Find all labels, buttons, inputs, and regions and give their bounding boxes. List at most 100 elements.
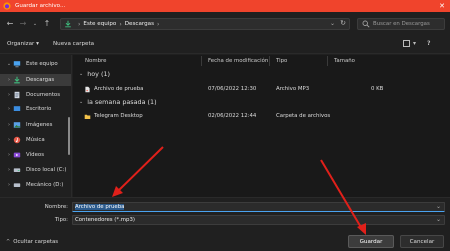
- table-row[interactable]: Archivo de prueba 07/06/2022 12:30 Archi…: [73, 84, 450, 95]
- chevron-down-icon[interactable]: ⌄: [5, 61, 13, 67]
- file-type-select[interactable]: Contenedores (*.mp3) ⌄: [72, 215, 445, 225]
- sidebar-item-escritorio[interactable]: › Escritorio: [0, 103, 71, 115]
- sidebar-item-label: Vídeos: [26, 152, 45, 158]
- forward-arrow-icon[interactable]: →: [17, 18, 29, 30]
- up-arrow-icon[interactable]: ↑: [41, 18, 53, 30]
- new-folder-button[interactable]: Nueva carpeta: [53, 41, 94, 47]
- hide-folders-toggle[interactable]: ^ Ocultar carpetas: [6, 239, 58, 245]
- refresh-icon[interactable]: ↻: [340, 19, 346, 27]
- group-header-hoy[interactable]: ⌄ hoy (1): [79, 70, 110, 78]
- breadcrumb-descargas[interactable]: Descargas: [125, 21, 154, 27]
- type-label: Tipo:: [54, 217, 68, 223]
- chevron-down-icon[interactable]: ⌄: [79, 71, 83, 77]
- column-divider[interactable]: [201, 56, 202, 66]
- desktop-icon: [13, 106, 21, 111]
- column-name[interactable]: Nombre: [85, 58, 106, 64]
- close-icon[interactable]: ✕: [439, 0, 445, 12]
- save-form: Nombre: Archivo de prueba ⌄ Tipo: Conten…: [0, 197, 450, 251]
- search-input[interactable]: [373, 21, 443, 27]
- chevron-right-icon[interactable]: ›: [5, 137, 13, 143]
- view-options[interactable]: ▾ ?: [403, 40, 431, 47]
- search-box[interactable]: [357, 18, 445, 30]
- chevron-right-icon[interactable]: ›: [5, 182, 13, 188]
- pictures-icon: [13, 122, 21, 128]
- chevron-down-icon: ▾: [36, 41, 39, 47]
- sidebar-item-label: Imágenes: [26, 122, 53, 128]
- column-type[interactable]: Tipo: [276, 58, 287, 64]
- breadcrumb-este-equipo[interactable]: Este equipo: [83, 21, 116, 27]
- chevron-down-icon[interactable]: ⌄: [436, 203, 441, 210]
- search-icon: [362, 20, 370, 28]
- chevron-right-icon[interactable]: ›: [5, 122, 13, 128]
- group-header-semana-pasada[interactable]: ⌄ la semana pasada (1): [79, 98, 157, 106]
- download-icon: [14, 76, 20, 84]
- drive-icon: [13, 168, 21, 172]
- window-title: Guardar archivo...: [15, 3, 66, 9]
- drive-icon: [13, 183, 21, 187]
- group-label: la semana pasada (1): [87, 98, 157, 106]
- view-icon[interactable]: [403, 40, 410, 47]
- table-row[interactable]: Telegram Desktop 02/06/2022 12:44 Carpet…: [73, 111, 450, 122]
- file-type: Archivo MP3: [276, 86, 310, 92]
- chevron-down-icon[interactable]: ⌄: [330, 20, 335, 27]
- file-name: Telegram Desktop: [94, 113, 143, 119]
- sidebar-item-label: Música: [26, 137, 45, 143]
- documents-icon: [14, 91, 20, 99]
- chevron-down-icon[interactable]: ⌄: [79, 99, 83, 105]
- chevron-right-icon[interactable]: ›: [5, 92, 13, 98]
- file-name-value[interactable]: Archivo de prueba: [75, 204, 125, 210]
- breadcrumb-separator: ›: [119, 20, 122, 28]
- sidebar-scrollbar[interactable]: [68, 117, 70, 155]
- title-bar: Guardar archivo... ✕: [0, 0, 450, 12]
- file-type: Carpeta de archivos: [276, 113, 331, 119]
- back-arrow-icon[interactable]: ←: [4, 18, 16, 30]
- firefox-icon: [3, 2, 11, 10]
- sidebar-item-label: Disco local (C:): [26, 167, 67, 173]
- sidebar-item-label: Documentos: [26, 92, 61, 98]
- audio-file-icon: [85, 86, 90, 93]
- file-date: 07/06/2022 12:30: [208, 86, 257, 92]
- sidebar-item-videos[interactable]: › Vídeos: [0, 149, 71, 161]
- file-name-field[interactable]: Archivo de prueba ⌄: [72, 202, 445, 212]
- organize-label: Organizar: [7, 41, 35, 47]
- sidebar-item-este-equipo[interactable]: ⌄ Este equipo: [0, 58, 71, 70]
- sidebar-item-mecanico[interactable]: › Mecánico (D:): [0, 179, 71, 191]
- sidebar-item-disco-local[interactable]: › Disco local (C:): [0, 164, 71, 176]
- chevron-right-icon[interactable]: ›: [5, 167, 13, 173]
- column-size[interactable]: Tamaño: [334, 58, 355, 64]
- breadcrumb-separator: ›: [78, 20, 81, 28]
- chevron-right-icon[interactable]: ›: [5, 77, 13, 83]
- navigation-pane: ⌄ Este equipo › Descargas › Documentos ›…: [0, 55, 72, 197]
- column-divider[interactable]: [327, 56, 328, 66]
- sidebar-item-label: Este equipo: [26, 61, 58, 67]
- videos-icon: [13, 152, 21, 158]
- sidebar-item-descargas[interactable]: › Descargas: [0, 74, 71, 86]
- sidebar-item-label: Descargas: [26, 77, 55, 83]
- chevron-down-icon[interactable]: ▾: [413, 40, 416, 47]
- sidebar-item-documentos[interactable]: › Documentos: [0, 89, 71, 101]
- organize-menu[interactable]: Organizar ▾: [7, 41, 39, 47]
- sidebar-item-label: Mecánico (D:): [26, 182, 64, 188]
- pc-icon: [13, 61, 21, 68]
- file-date: 02/06/2022 12:44: [208, 113, 257, 119]
- group-label: hoy (1): [87, 70, 111, 78]
- chevron-right-icon[interactable]: ›: [5, 152, 13, 158]
- hide-folders-label: Ocultar carpetas: [13, 239, 59, 245]
- cancel-button[interactable]: Cancelar: [400, 235, 444, 248]
- chevron-down-icon[interactable]: ⌄: [436, 216, 441, 223]
- address-bar[interactable]: › Este equipo › Descargas › ⌄ ↻: [60, 18, 350, 30]
- sidebar-item-imagenes[interactable]: › Imágenes: [0, 119, 71, 131]
- sidebar-item-musica[interactable]: › Música: [0, 134, 71, 146]
- save-button[interactable]: Guardar: [348, 235, 394, 248]
- column-divider[interactable]: [269, 56, 270, 66]
- file-list: Nombre Fecha de modificación Tipo Tamaño…: [73, 55, 450, 197]
- chevron-right-icon[interactable]: ›: [5, 106, 13, 112]
- column-date[interactable]: Fecha de modificación: [208, 58, 268, 64]
- file-size: 0 KB: [371, 86, 384, 92]
- recent-chevron-icon[interactable]: ⌄: [29, 18, 41, 30]
- sidebar-item-label: Escritorio: [26, 106, 52, 112]
- chevron-up-icon: ^: [6, 239, 11, 245]
- download-icon: [65, 20, 71, 28]
- name-label: Nombre:: [44, 204, 68, 210]
- help-icon[interactable]: ?: [427, 40, 430, 47]
